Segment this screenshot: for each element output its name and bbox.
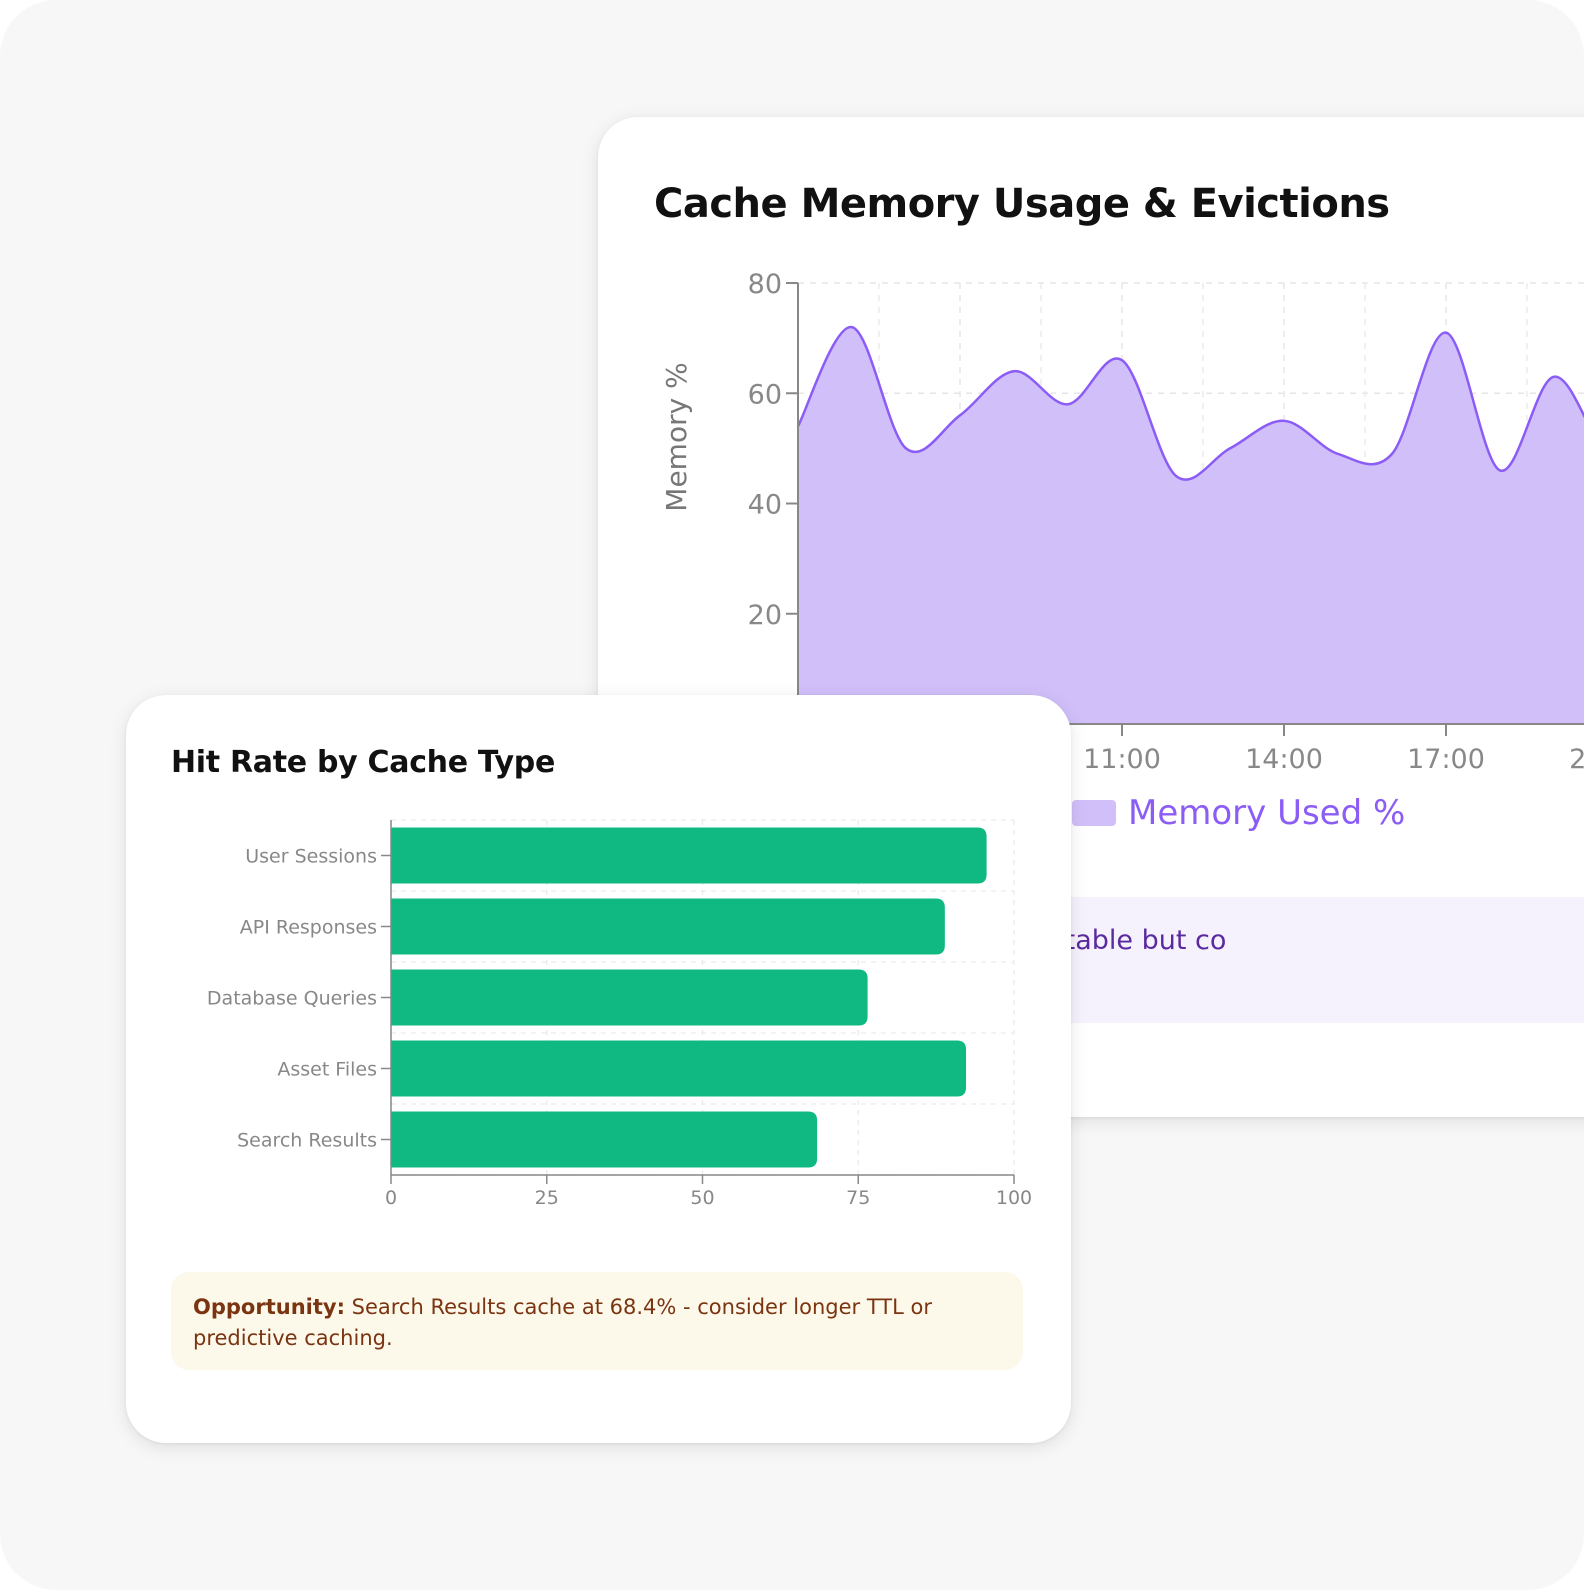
bar-user-sessions [391, 827, 987, 884]
x-tick-label: 20:00 [1569, 744, 1584, 775]
bar-api-responses [391, 898, 945, 955]
hit-rate-card: Hit Rate by Cache Type User Sessions API … [126, 695, 1071, 1443]
y-tick-label: 80 [748, 269, 782, 300]
category-label: API Responses [240, 917, 377, 939]
bar-database-queries [391, 969, 868, 1026]
x-tick-label: 25 [535, 1187, 559, 1209]
y-tick-label: 40 [748, 490, 782, 521]
legend-label-memory-used: Memory Used % [1128, 793, 1406, 833]
x-tick-label: 75 [846, 1187, 870, 1209]
category-label: Database Queries [207, 988, 377, 1010]
category-label: User Sessions [245, 846, 377, 868]
opportunity-note: Opportunity: Search Results cache at 68.… [171, 1272, 1023, 1370]
bar-search-results [391, 1111, 818, 1168]
x-tick-label: 14:00 [1245, 744, 1323, 775]
category-label: Search Results [237, 1130, 377, 1152]
y-tick-label: 20 [748, 600, 782, 631]
hit-rate-bar-chart: User Sessions API Responses Database Queri… [207, 819, 1032, 1209]
legend-swatch [1072, 800, 1116, 826]
opportunity-label: Opportunity: [193, 1295, 345, 1319]
x-tick-label: 100 [996, 1187, 1032, 1209]
y-tick-label: 60 [748, 379, 782, 410]
x-tick-label: 0 [385, 1187, 397, 1209]
y-axis-label: Memory % [660, 362, 693, 511]
category-label: Asset Files [277, 1059, 377, 1081]
x-tick-label: 11:00 [1083, 744, 1161, 775]
bar-asset-files [391, 1040, 967, 1097]
memory-area-chart: 204060808:0011:0014:0017:0020:0023:00Mem… [660, 269, 1584, 775]
memory-area-fill [798, 327, 1584, 724]
memory-legend: Memory Used % [1072, 793, 1405, 833]
x-tick-label: 17:00 [1407, 744, 1485, 775]
x-tick-label: 50 [690, 1187, 714, 1209]
